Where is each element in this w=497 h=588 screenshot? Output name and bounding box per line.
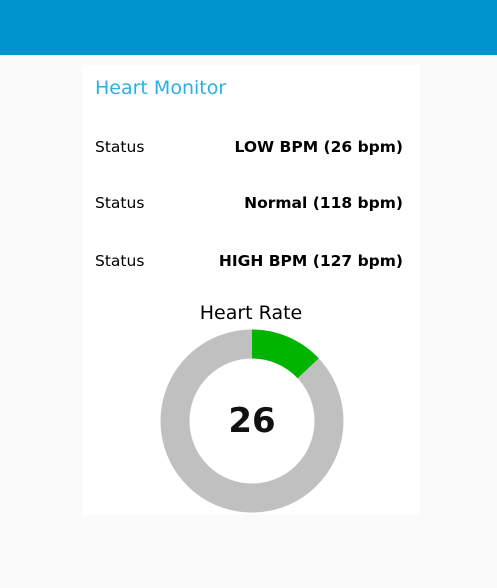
status-row-high: Status HIGH BPM (127 bpm)	[95, 250, 403, 272]
status-label: Status	[95, 252, 145, 270]
status-value: HIGH BPM (127 bpm)	[218, 252, 403, 270]
gauge-title: Heart Rate	[199, 302, 303, 324]
heart-rate-gauge: 26	[160, 329, 344, 513]
status-label: Status	[95, 138, 145, 156]
gauge-value: 26	[228, 401, 276, 441]
status-row-normal: Status Normal (118 bpm)	[95, 192, 403, 214]
heart-monitor-card: Heart Monitor Status LOW BPM (26 bpm) St…	[82, 65, 420, 515]
card-title: Heart Monitor	[95, 77, 227, 99]
status-row-low: Status LOW BPM (26 bpm)	[95, 136, 403, 158]
status-value: LOW BPM (26 bpm)	[234, 138, 403, 156]
top-app-bar	[0, 0, 497, 55]
status-value: Normal (118 bpm)	[244, 194, 403, 212]
status-label: Status	[95, 194, 145, 212]
